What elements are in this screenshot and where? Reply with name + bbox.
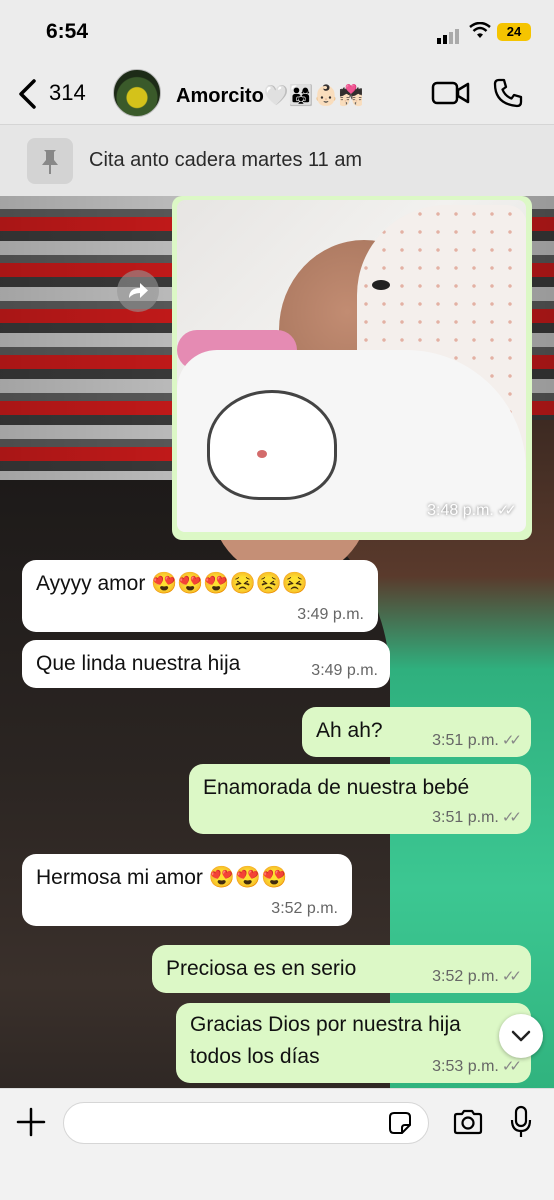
sticker-icon[interactable] <box>388 1111 412 1135</box>
message-text: Hermosa mi amor 😍😍😍 <box>36 866 288 889</box>
forward-arrow-icon <box>129 283 148 298</box>
incoming-message[interactable]: Ayyyy amor 😍😍😍😣😣😣 3:49 p.m. <box>22 560 378 632</box>
read-ticks-icon: ✓✓ <box>496 502 517 519</box>
message-time: 3:52 p.m. <box>271 900 338 917</box>
wifi-icon <box>469 22 491 38</box>
message-text: Ah ah? <box>316 719 383 742</box>
microphone-icon[interactable] <box>510 1105 532 1139</box>
outgoing-message[interactable]: Preciosa es en serio 3:52 p.m. ✓✓ <box>152 945 531 993</box>
chevron-down-icon <box>511 1030 531 1042</box>
message-meta: 3:53 p.m. ✓✓ <box>432 1057 522 1076</box>
message-time: 3:52 p.m. <box>432 968 499 985</box>
message-time: 3:49 p.m. <box>297 606 364 623</box>
message-meta: 3:48 p.m. ✓✓ <box>427 501 517 520</box>
read-ticks-icon: ✓✓ <box>501 809 522 826</box>
read-ticks-icon: ✓✓ <box>501 1058 522 1075</box>
chat-header: 314 Amorcito🤍👨‍👩‍👧👶🏻💏🏻 <box>0 64 554 124</box>
message-time: 3:48 p.m. <box>427 502 494 519</box>
outgoing-message[interactable]: Ah ah? 3:51 p.m. ✓✓ <box>302 707 531 757</box>
contact-avatar[interactable] <box>113 69 161 117</box>
camera-icon[interactable] <box>452 1108 484 1136</box>
status-time: 6:54 <box>46 20 89 43</box>
outgoing-message[interactable]: Gracias Dios por nuestra hija todos los … <box>176 1003 531 1083</box>
message-text: Enamorada de nuestra bebé <box>203 776 470 799</box>
contact-name[interactable]: Amorcito🤍👨‍👩‍👧👶🏻💏🏻 <box>176 83 363 108</box>
unread-count[interactable]: 314 <box>49 80 86 106</box>
pinned-message-bar[interactable]: Cita anto cadera martes 11 am <box>0 124 554 196</box>
pinned-message-text: Cita anto cadera martes 11 am <box>89 149 363 171</box>
incoming-message[interactable]: Hermosa mi amor 😍😍😍 3:52 p.m. <box>22 854 352 926</box>
message-time: 3:51 p.m. <box>432 732 499 749</box>
baby-photo[interactable]: 3:48 p.m. ✓✓ <box>177 200 526 532</box>
outgoing-message[interactable]: Enamorada de nuestra bebé 3:51 p.m. ✓✓ <box>189 764 531 834</box>
message-time: 3:51 p.m. <box>432 809 499 826</box>
message-text: Gracias Dios por nuestra hija <box>190 1013 461 1036</box>
pin-icon <box>27 138 73 184</box>
message-time: 3:49 p.m. <box>311 662 378 679</box>
back-chevron-icon[interactable] <box>16 78 38 110</box>
scroll-to-bottom-button[interactable] <box>499 1014 543 1058</box>
status-bar: 6:54 24 <box>0 0 554 64</box>
forward-button[interactable] <box>117 270 159 312</box>
plus-icon[interactable] <box>16 1107 46 1137</box>
message-text: Preciosa es en serio <box>166 957 357 980</box>
cell-signal-icon <box>437 26 461 44</box>
message-input[interactable] <box>63 1102 429 1144</box>
image-message[interactable]: 3:48 p.m. ✓✓ <box>172 196 532 540</box>
read-ticks-icon: ✓✓ <box>501 968 522 985</box>
phone-call-icon[interactable] <box>492 77 524 109</box>
message-input-bar <box>0 1088 554 1200</box>
incoming-message[interactable]: Que linda nuestra hija 3:49 p.m. <box>22 640 390 688</box>
message-text: todos los días <box>190 1045 320 1068</box>
read-ticks-icon: ✓✓ <box>501 732 522 749</box>
message-text: Que linda nuestra hija <box>36 652 241 675</box>
message-meta: 3:51 p.m. ✓✓ <box>432 808 522 827</box>
battery-indicator: 24 <box>497 23 531 41</box>
message-meta: 3:52 p.m. ✓✓ <box>432 967 522 986</box>
message-meta: 3:51 p.m. ✓✓ <box>432 731 522 750</box>
message-text: Ayyyy amor 😍😍😍😣😣😣 <box>36 572 309 595</box>
video-call-icon[interactable] <box>431 80 471 106</box>
message-time: 3:53 p.m. <box>432 1058 499 1075</box>
